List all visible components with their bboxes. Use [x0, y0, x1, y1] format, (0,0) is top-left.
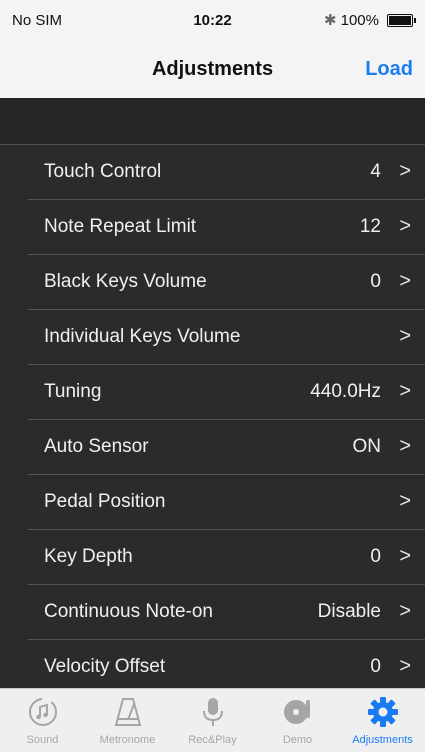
settings-row-label: Touch Control — [44, 161, 162, 182]
tab-metronome[interactable]: Metronome — [85, 689, 170, 752]
chevron-right-icon: > — [399, 380, 411, 402]
section-header-spacer — [0, 98, 425, 144]
status-bar: No SIM 10:22 ✱ 100% — [0, 0, 425, 40]
status-right: ✱ 100% — [324, 11, 416, 29]
settings-row[interactable]: Pedal Position > — [28, 474, 425, 529]
tab-adjustments[interactable]: Adjustments — [340, 689, 425, 752]
music-note-icon — [0, 695, 85, 729]
settings-row-value: ON — [352, 436, 382, 457]
settings-row-label: Key Depth — [44, 546, 133, 567]
settings-row-value: 4 — [370, 161, 381, 182]
settings-row-value: 440.0Hz — [310, 381, 381, 402]
settings-row[interactable]: Auto Sensor ON > — [28, 419, 425, 474]
battery-icon — [387, 13, 416, 27]
settings-row[interactable]: Velocity Offset 0 > — [28, 639, 425, 688]
microphone-icon — [170, 695, 255, 729]
settings-row-label: Individual Keys Volume — [44, 326, 241, 347]
settings-row-value: Disable — [317, 601, 381, 622]
battery-fill — [389, 15, 411, 25]
tab-label: Metronome — [99, 734, 156, 746]
tab-label: Adjustments — [352, 734, 413, 746]
tab-label: Demo — [282, 734, 313, 746]
settings-row-value: 0 — [370, 271, 381, 292]
settings-row[interactable]: Individual Keys Volume > — [28, 309, 425, 364]
settings-list: Touch Control 4 > Note Repeat Limit 12 > Black… — [0, 144, 425, 688]
gear-icon — [340, 695, 425, 729]
chevron-right-icon: > — [399, 600, 411, 622]
page-title: Adjustments — [151, 58, 274, 80]
settings-content[interactable]: Touch Control 4 > Note Repeat Limit 12 > Black… — [0, 98, 425, 688]
settings-row-label: Black Keys Volume — [44, 271, 207, 292]
settings-row[interactable]: Continuous Note-on Disable > — [28, 584, 425, 639]
settings-row-value: 0 — [370, 656, 381, 677]
settings-row-label: Note Repeat Limit — [44, 216, 197, 237]
settings-row-label: Tuning — [44, 381, 102, 402]
settings-row[interactable]: Black Keys Volume 0 > — [28, 254, 425, 309]
tab-sound[interactable]: Sound — [0, 689, 85, 752]
metronome-icon — [85, 695, 170, 729]
chevron-right-icon: > — [399, 160, 411, 182]
battery-tip — [414, 17, 416, 23]
bluetooth-icon: ✱ — [324, 12, 337, 29]
chevron-right-icon: > — [399, 435, 411, 457]
chevron-right-icon: > — [399, 655, 411, 677]
settings-row-label: Velocity Offset — [44, 656, 166, 677]
chevron-right-icon: > — [399, 545, 411, 567]
vinyl-record-icon — [255, 695, 340, 729]
chevron-right-icon: > — [399, 270, 411, 292]
settings-row-label: Continuous Note-on — [44, 601, 213, 622]
navigation-bar: Adjustments Load — [0, 40, 425, 99]
tab-label: Sound — [26, 734, 59, 746]
chevron-right-icon: > — [399, 215, 411, 237]
settings-row-label: Auto Sensor — [44, 436, 149, 457]
settings-row[interactable]: Key Depth 0 > — [28, 529, 425, 584]
settings-row-value: 0 — [370, 546, 381, 567]
battery-percent: 100% — [340, 11, 379, 29]
tab-rec-play[interactable]: Rec&Play — [170, 689, 255, 752]
settings-row[interactable]: Tuning 440.0Hz > — [28, 364, 425, 419]
tab-demo[interactable]: Demo — [255, 689, 340, 752]
chevron-right-icon: > — [399, 490, 411, 512]
tab-bar: Sound Metronome Rec&Play Demo Adjustments — [0, 688, 425, 752]
settings-row[interactable]: Touch Control 4 > — [0, 144, 425, 199]
chevron-right-icon: > — [399, 325, 411, 347]
settings-row-value: 12 — [359, 216, 381, 237]
tab-label: Rec&Play — [188, 734, 237, 746]
settings-row[interactable]: Note Repeat Limit 12 > — [28, 199, 425, 254]
load-button[interactable]: Load — [365, 58, 413, 81]
settings-row-label: Pedal Position — [44, 491, 166, 512]
